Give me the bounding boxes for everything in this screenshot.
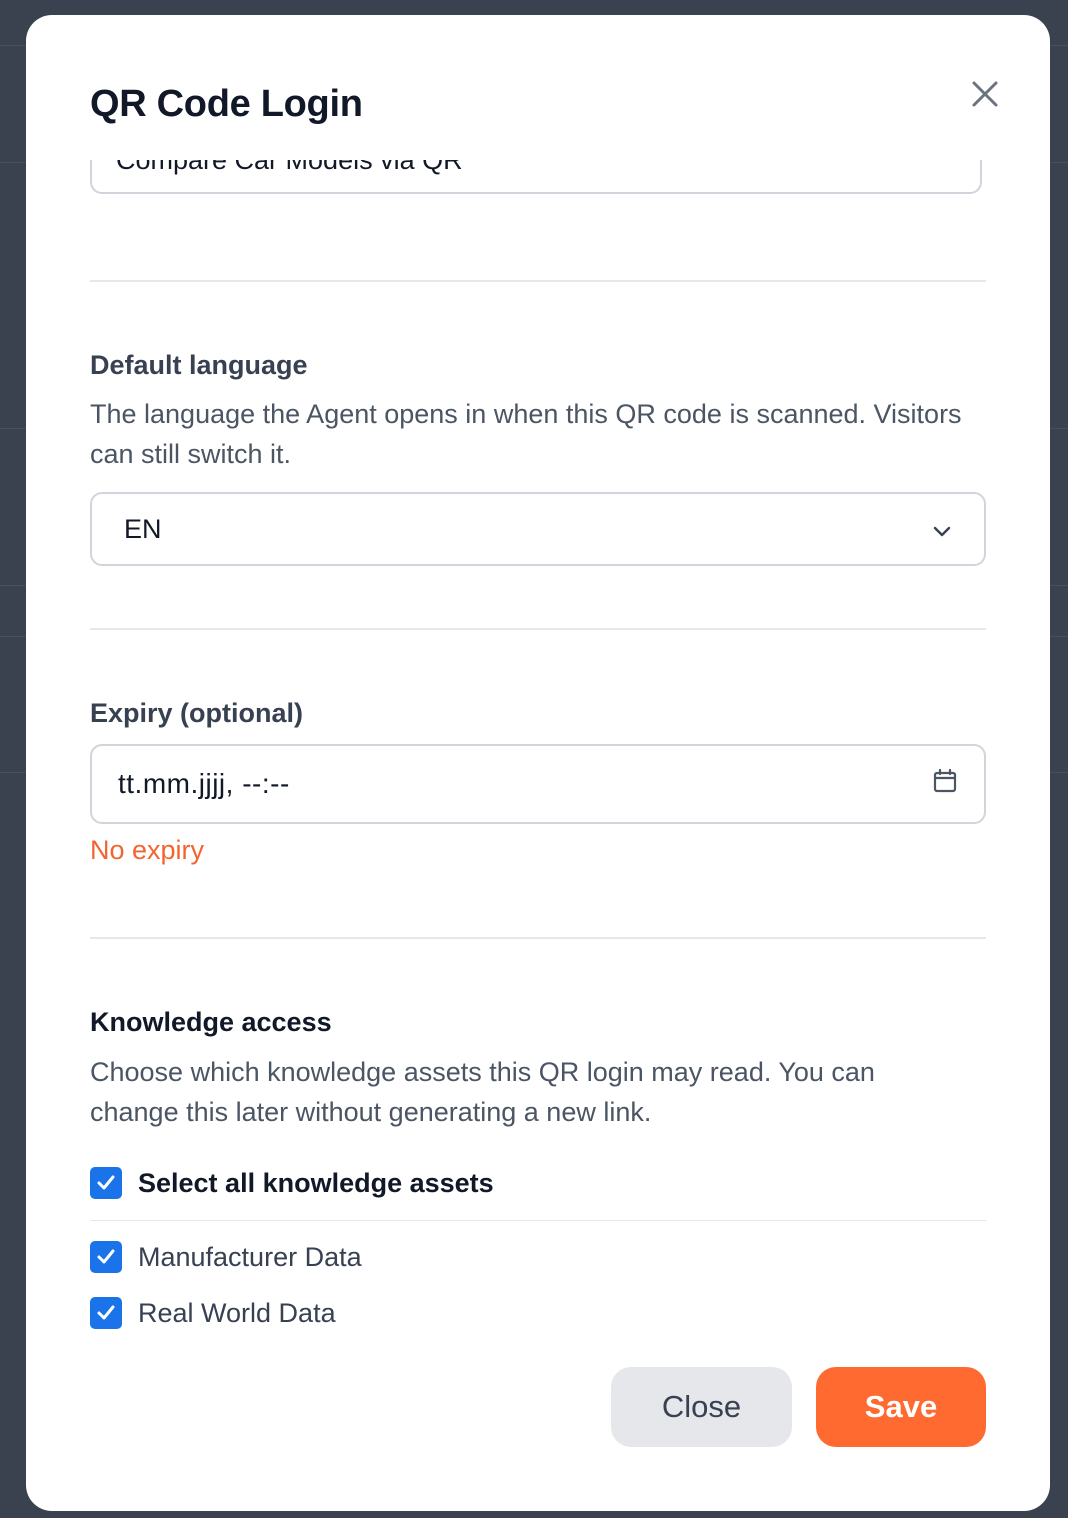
modal-scroll-body[interactable]: Compare Car Models via QR Default langua…: [90, 160, 986, 1360]
name-field[interactable]: Compare Car Models via QR: [90, 160, 982, 194]
save-button[interactable]: Save: [816, 1367, 986, 1447]
checkmark-icon: [97, 1249, 115, 1264]
asset-checkbox-row[interactable]: Manufacturer Data: [90, 1241, 362, 1273]
language-selected-value: EN: [124, 513, 162, 544]
language-label: Default language: [90, 350, 308, 380]
section-divider: [90, 628, 986, 630]
asset-checkbox-row[interactable]: Real World Data: [90, 1297, 336, 1329]
asset-label: Real World Data: [138, 1297, 336, 1328]
expiry-datetime-input[interactable]: tt.mm.jjjj, --:--: [90, 744, 986, 824]
checkmark-icon: [97, 1175, 115, 1190]
select-all-checkbox-row[interactable]: Select all knowledge assets: [90, 1167, 494, 1199]
expiry-status-note: No expiry: [90, 835, 205, 865]
knowledge-help-text: Choose which knowledge assets this QR lo…: [90, 1057, 875, 1127]
close-icon[interactable]: [970, 79, 1000, 109]
select-all-checkbox[interactable]: [90, 1167, 122, 1199]
close-button[interactable]: Close: [611, 1367, 792, 1447]
checkbox-divider: [90, 1220, 986, 1221]
section-divider: [90, 280, 986, 282]
chevron-down-icon: [932, 514, 952, 545]
asset-checkbox-manufacturer[interactable]: [90, 1241, 122, 1273]
language-help-text: The language the Agent opens in when thi…: [90, 399, 962, 469]
expiry-placeholder: tt.mm.jjjj, --:--: [118, 768, 290, 799]
qr-login-modal: QR Code Login Compare Car Models via QR …: [26, 15, 1050, 1511]
section-divider: [90, 937, 986, 939]
modal-title: QR Code Login: [90, 83, 363, 125]
calendar-icon[interactable]: [932, 768, 958, 801]
name-field-value: Compare Car Models via QR: [116, 160, 463, 175]
select-all-label: Select all knowledge assets: [138, 1167, 494, 1198]
language-select[interactable]: EN: [90, 492, 986, 566]
knowledge-label: Knowledge access: [90, 1007, 332, 1037]
expiry-label: Expiry (optional): [90, 698, 304, 728]
asset-label: Manufacturer Data: [138, 1241, 362, 1272]
asset-checkbox-real-world[interactable]: [90, 1297, 122, 1329]
checkmark-icon: [97, 1305, 115, 1320]
